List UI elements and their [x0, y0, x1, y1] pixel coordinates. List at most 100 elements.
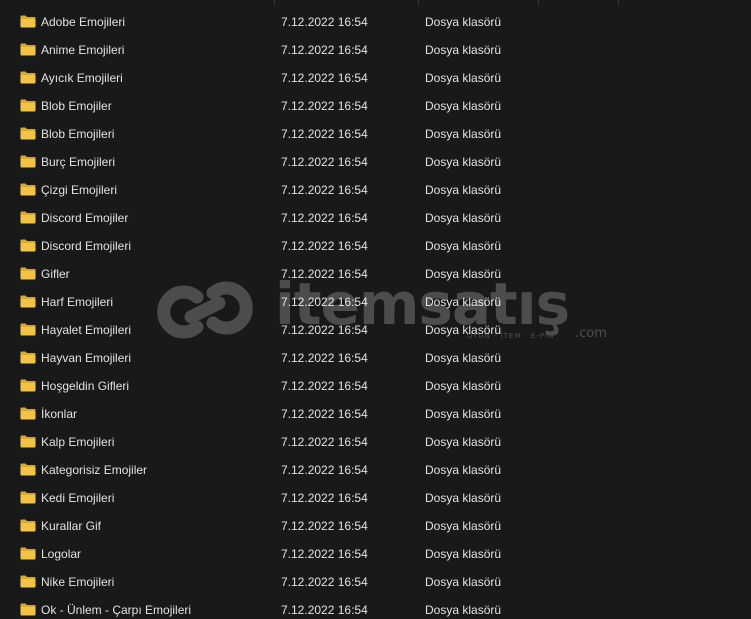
file-type: Dosya klasörü [425, 71, 502, 85]
file-row[interactable]: Gifler 7.12.2022 16:54 Dosya klasörü [0, 260, 751, 288]
folder-icon [20, 575, 36, 588]
folder-icon [20, 183, 36, 196]
file-modified-date: 7.12.2022 16:54 [281, 547, 368, 561]
file-modified-date: 7.12.2022 16:54 [281, 43, 368, 57]
file-name: Kalp Emojileri [41, 435, 115, 449]
file-row[interactable]: Burç Emojileri 7.12.2022 16:54 Dosya klasö… [0, 148, 751, 176]
file-name: Adobe Emojileri [41, 15, 126, 29]
file-name: Ayıcık Emojileri [41, 71, 123, 85]
column-divider-name-date[interactable] [274, 0, 275, 5]
file-modified-date: 7.12.2022 16:54 [281, 183, 368, 197]
file-row[interactable]: Blob Emojileri 7.12.2022 16:54 Dosya klasö… [0, 120, 751, 148]
file-type: Dosya klasörü [425, 127, 502, 141]
file-modified-date: 7.12.2022 16:54 [281, 239, 368, 253]
file-modified-date: 7.12.2022 16:54 [281, 323, 368, 337]
file-name: Anime Emojileri [41, 43, 125, 57]
file-modified-date: 7.12.2022 16:54 [281, 491, 368, 505]
file-type: Dosya klasörü [425, 99, 502, 113]
file-type: Dosya klasörü [425, 43, 502, 57]
file-type: Dosya klasörü [425, 379, 502, 393]
file-type: Dosya klasörü [425, 211, 502, 225]
file-name: Kurallar Gif [41, 519, 102, 533]
file-row[interactable]: Nike Emojileri 7.12.2022 16:54 Dosya klasö… [0, 568, 751, 596]
file-name: Hayvan Emojileri [41, 351, 132, 365]
file-modified-date: 7.12.2022 16:54 [281, 71, 368, 85]
file-type: Dosya klasörü [425, 491, 502, 505]
file-row[interactable]: Discord Emojiler 7.12.2022 16:54 Dosya kla… [0, 204, 751, 232]
file-modified-date: 7.12.2022 16:54 [281, 407, 368, 421]
folder-icon [20, 15, 36, 28]
folder-icon [20, 99, 36, 112]
file-type: Dosya klasörü [425, 603, 502, 617]
file-modified-date: 7.12.2022 16:54 [281, 155, 368, 169]
file-row[interactable]: Blob Emojiler 7.12.2022 16:54 Dosya klasör… [0, 92, 751, 120]
file-row[interactable]: Harf Emojileri 7.12.2022 16:54 Dosya klasö… [0, 288, 751, 316]
file-type: Dosya klasörü [425, 547, 502, 561]
column-header-separators [0, 0, 751, 6]
file-name: Discord Emojiler [41, 211, 129, 225]
file-row[interactable]: Kurallar Gif 7.12.2022 16:54 Dosya klasörü [0, 512, 751, 540]
file-row[interactable]: Kategorisiz Emojiler 7.12.2022 16:54 Dosya… [0, 456, 751, 484]
file-modified-date: 7.12.2022 16:54 [281, 99, 368, 113]
file-type: Dosya klasörü [425, 183, 502, 197]
file-row[interactable]: Hoşgeldin Gifleri 7.12.2022 16:54 Dosya kl… [0, 372, 751, 400]
file-row[interactable]: Adobe Emojileri 7.12.2022 16:54 Dosya klas… [0, 8, 751, 36]
file-name: Discord Emojileri [41, 239, 132, 253]
folder-icon [20, 547, 36, 560]
column-divider-size-end[interactable] [618, 0, 619, 5]
folder-icon [20, 323, 36, 336]
folder-icon [20, 491, 36, 504]
file-name: Blob Emojileri [41, 127, 115, 141]
file-modified-date: 7.12.2022 16:54 [281, 351, 368, 365]
file-row[interactable]: Logolar 7.12.2022 16:54 Dosya klasörü [0, 540, 751, 568]
file-name: Kedi Emojileri [41, 491, 115, 505]
file-name: Logolar [41, 547, 82, 561]
folder-icon [20, 127, 36, 140]
file-modified-date: 7.12.2022 16:54 [281, 127, 368, 141]
file-name: İkonlar [41, 407, 78, 421]
folder-icon [20, 155, 36, 168]
file-row[interactable]: Kedi Emojileri 7.12.2022 16:54 Dosya klasö… [0, 484, 751, 512]
file-row[interactable]: Hayalet Emojileri 7.12.2022 16:54 Dosya kl… [0, 316, 751, 344]
file-row[interactable]: Hayvan Emojileri 7.12.2022 16:54 Dosya kla… [0, 344, 751, 372]
file-modified-date: 7.12.2022 16:54 [281, 211, 368, 225]
file-type: Dosya klasörü [425, 239, 502, 253]
file-row[interactable]: Çizgi Emojileri 7.12.2022 16:54 Dosya klas… [0, 176, 751, 204]
file-name: Harf Emojileri [41, 295, 114, 309]
file-row[interactable]: Ok - Ünlem - Çarpı Emojileri 7.12.2022 16… [0, 596, 751, 619]
file-type: Dosya klasörü [425, 351, 502, 365]
file-name: Çizgi Emojileri [41, 183, 118, 197]
folder-icon [20, 379, 36, 392]
file-name: Burç Emojileri [41, 155, 116, 169]
folder-icon [20, 435, 36, 448]
file-row[interactable]: Discord Emojileri 7.12.2022 16:54 Dosya kl… [0, 232, 751, 260]
file-modified-date: 7.12.2022 16:54 [281, 15, 368, 29]
file-modified-date: 7.12.2022 16:54 [281, 463, 368, 477]
file-name: Blob Emojiler [41, 99, 112, 113]
file-type: Dosya klasörü [425, 435, 502, 449]
file-list: Adobe Emojileri 7.12.2022 16:54 Dosya klas… [0, 8, 751, 619]
file-name: Nike Emojileri [41, 575, 115, 589]
column-divider-date-type[interactable] [418, 0, 419, 5]
file-modified-date: 7.12.2022 16:54 [281, 575, 368, 589]
folder-icon [20, 295, 36, 308]
file-type: Dosya klasörü [425, 323, 502, 337]
file-row[interactable]: Kalp Emojileri 7.12.2022 16:54 Dosya klasö… [0, 428, 751, 456]
file-type: Dosya klasörü [425, 575, 502, 589]
file-type: Dosya klasörü [425, 15, 502, 29]
file-modified-date: 7.12.2022 16:54 [281, 267, 368, 281]
folder-icon [20, 71, 36, 84]
file-modified-date: 7.12.2022 16:54 [281, 379, 368, 393]
file-explorer-view: Adobe Emojileri 7.12.2022 16:54 Dosya klas… [0, 0, 751, 619]
file-modified-date: 7.12.2022 16:54 [281, 435, 368, 449]
file-type: Dosya klasörü [425, 519, 502, 533]
file-row[interactable]: İkonlar 7.12.2022 16:54 Dosya klasörü [0, 400, 751, 428]
file-type: Dosya klasörü [425, 267, 502, 281]
file-row[interactable]: Ayıcık Emojileri 7.12.2022 16:54 Dosya kla… [0, 64, 751, 92]
folder-icon [20, 211, 36, 224]
file-row[interactable]: Anime Emojileri 7.12.2022 16:54 Dosya klas… [0, 36, 751, 64]
file-modified-date: 7.12.2022 16:54 [281, 603, 368, 617]
folder-icon [20, 351, 36, 364]
file-type: Dosya klasörü [425, 407, 502, 421]
column-divider-type-size[interactable] [538, 0, 539, 5]
